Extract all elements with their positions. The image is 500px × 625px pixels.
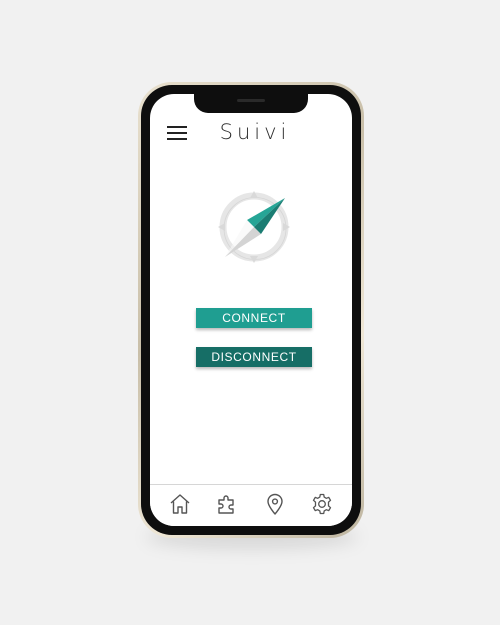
menu-line xyxy=(167,132,187,134)
speaker-grille xyxy=(237,99,265,102)
app-title: Suivi xyxy=(219,120,291,144)
stage: Suivi CONNECT DISCONNECT xyxy=(0,0,500,625)
compass-logo-svg xyxy=(218,191,290,263)
menu-line xyxy=(167,126,187,128)
phone-notch xyxy=(194,94,308,113)
tab-settings[interactable] xyxy=(309,491,335,517)
compass-logo-icon xyxy=(213,186,295,268)
location-pin-icon xyxy=(267,493,283,515)
hamburger-menu-icon[interactable] xyxy=(167,126,187,142)
tab-home[interactable] xyxy=(167,491,193,517)
gear-icon xyxy=(313,493,332,514)
tab-location[interactable] xyxy=(262,491,288,517)
connect-button[interactable]: CONNECT xyxy=(196,308,312,328)
disconnect-button[interactable]: DISCONNECT xyxy=(196,347,312,367)
puzzle-icon xyxy=(218,494,234,514)
phone-body: Suivi CONNECT DISCONNECT xyxy=(141,85,361,535)
home-icon xyxy=(170,493,190,514)
bottom-tab-bar xyxy=(150,484,352,526)
tab-puzzle[interactable] xyxy=(214,491,240,517)
app-screen: Suivi CONNECT DISCONNECT xyxy=(150,94,352,526)
menu-line xyxy=(167,138,187,140)
phone-frame: Suivi CONNECT DISCONNECT xyxy=(138,82,364,538)
